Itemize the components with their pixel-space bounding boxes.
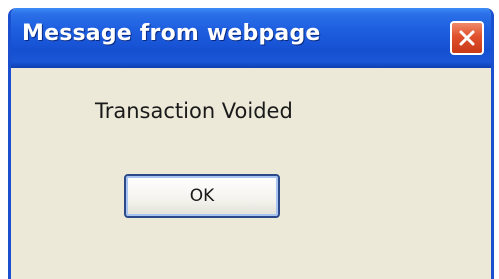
message-dialog: Message from webpage Transaction Voided …: [8, 8, 494, 279]
dialog-message: Transaction Voided: [95, 99, 293, 123]
ok-button[interactable]: OK: [124, 174, 280, 218]
title-bar[interactable]: Message from webpage: [11, 8, 491, 68]
dialog-content: Transaction Voided OK: [11, 68, 491, 279]
close-button[interactable]: [450, 21, 484, 55]
dialog-title: Message from webpage: [22, 21, 321, 46]
close-icon: [459, 30, 475, 46]
